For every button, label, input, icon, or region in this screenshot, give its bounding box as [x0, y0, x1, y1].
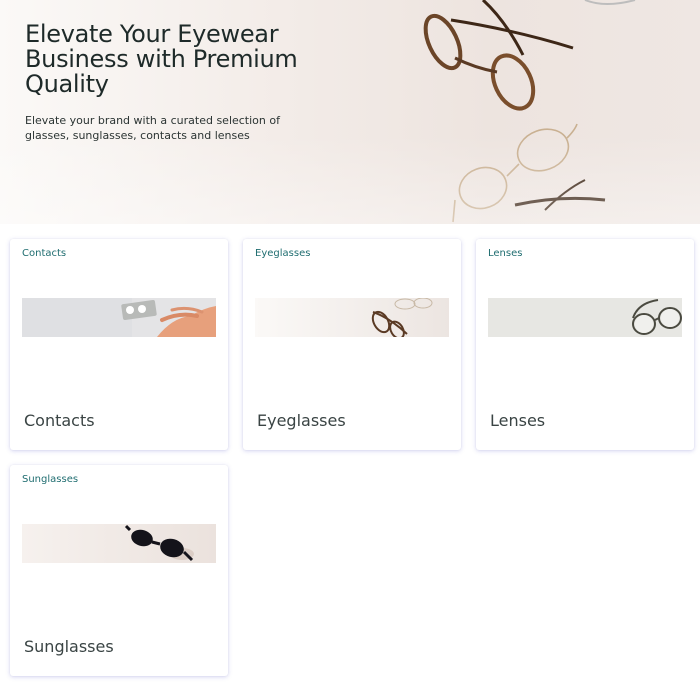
- hero-subtitle: Elevate your brand with a curated select…: [25, 114, 280, 142]
- category-card-eyeglasses[interactable]: Eyeglasses Eyeglasses: [243, 239, 461, 450]
- card-tag[interactable]: Contacts: [22, 247, 66, 261]
- lenses-image: [488, 298, 682, 337]
- card-tag[interactable]: Eyeglasses: [255, 247, 310, 261]
- card-title: Sunglasses: [24, 637, 114, 656]
- card-title: Lenses: [490, 411, 546, 430]
- hero-banner: Elevate Your Eyewear Business with Premi…: [0, 0, 700, 224]
- eyeglasses-image: [255, 298, 449, 337]
- sunglasses-image: [22, 524, 216, 563]
- card-tag[interactable]: Lenses: [488, 247, 522, 261]
- hero-title: Elevate Your Eyewear Business with Premi…: [25, 20, 298, 98]
- card-title: Contacts: [24, 411, 95, 430]
- category-card-sunglasses[interactable]: Sunglasses Sunglasses: [10, 465, 228, 676]
- category-card-lenses[interactable]: Lenses Lenses: [476, 239, 694, 450]
- contacts-image: [22, 298, 216, 337]
- category-card-contacts[interactable]: Contacts Contacts: [10, 239, 228, 450]
- card-title: Eyeglasses: [257, 411, 346, 430]
- card-tag[interactable]: Sunglasses: [22, 473, 78, 487]
